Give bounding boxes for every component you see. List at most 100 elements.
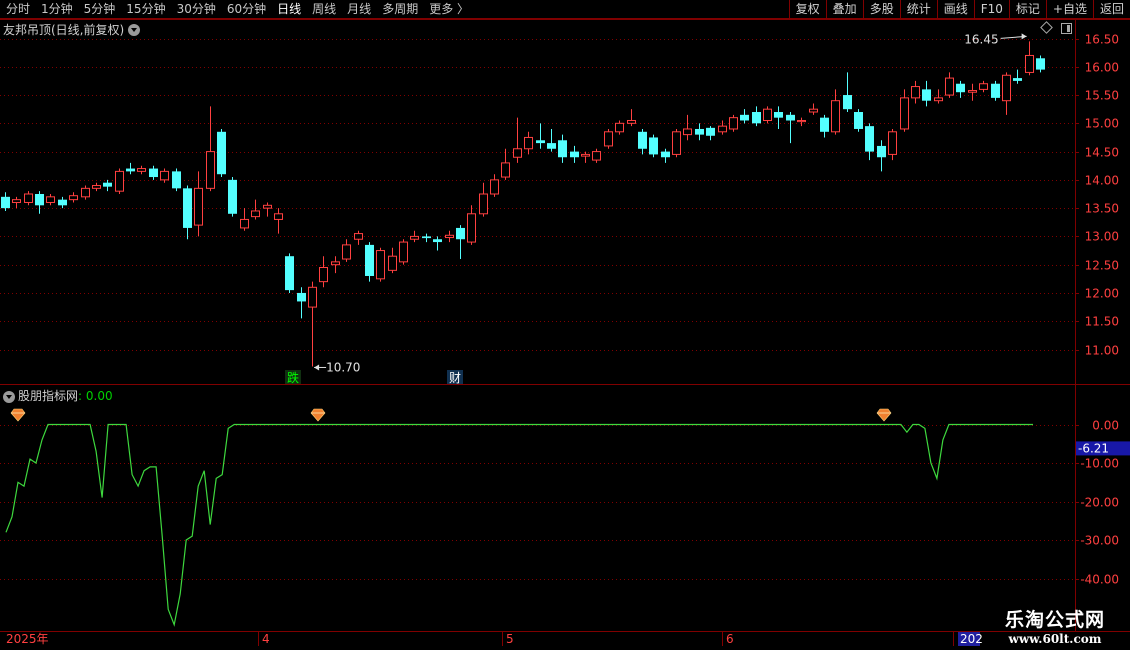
candle: [251, 199, 260, 220]
candle-body: [968, 90, 977, 93]
candle: [911, 80, 920, 104]
candle-body: [1025, 54, 1034, 73]
gem-body: [10, 408, 26, 422]
candle: [172, 168, 181, 192]
candle-body: [342, 244, 351, 260]
chevron-down-icon[interactable]: [3, 390, 15, 403]
candle-body: [228, 179, 237, 214]
arrow-head-icon: [1021, 33, 1027, 40]
event-tag[interactable]: 财: [447, 370, 463, 385]
candle-body: [365, 244, 374, 276]
candle-body: [536, 140, 545, 144]
candle: [820, 114, 829, 138]
candle-body: [479, 193, 488, 215]
candle-body: [945, 77, 954, 96]
price-tick-label: 12.50: [1085, 259, 1119, 273]
watermark: 乐淘公式网 www.60lt.com: [988, 608, 1122, 646]
candle-body: [718, 125, 727, 133]
candle-body: [900, 97, 909, 130]
candle-body: [729, 117, 738, 130]
indicator-value: : 0.00: [78, 389, 113, 403]
candle-body: [672, 131, 681, 155]
indicator-line: [5, 423, 1033, 627]
candle: [752, 106, 761, 127]
chart-title-bar: 友邦吊顶(日线,前复权): [3, 21, 141, 38]
candle: [661, 148, 670, 163]
candle: [103, 179, 112, 192]
candle-body: [126, 168, 135, 172]
candle-body: [81, 187, 90, 198]
candle: [683, 114, 692, 141]
candle: [627, 109, 636, 127]
candle-body: [12, 199, 21, 203]
candle-body: [445, 234, 454, 239]
candle: [126, 162, 135, 175]
candle-body: [581, 153, 590, 157]
candle-body: [206, 151, 215, 189]
candle: [536, 123, 545, 149]
kline-chart: 16.45 10.70 跌 财 11.00 11.50 12.00 12.50 13.00 13…: [0, 19, 1130, 631]
candle-body: [410, 235, 419, 240]
candle-body: [422, 236, 431, 239]
date-axis-label: 5: [502, 632, 514, 646]
candle: [297, 287, 306, 319]
candle-body: [1036, 58, 1045, 70]
candle-body: [376, 250, 385, 280]
candle: [501, 148, 510, 180]
candle-body: [92, 185, 101, 189]
candle: [570, 145, 579, 163]
price-tick-label: 16.50: [1085, 33, 1119, 47]
candle: [115, 168, 124, 194]
candle-body: [69, 195, 78, 201]
candle-body: [809, 108, 818, 113]
panel-layout-icon[interactable]: [1061, 23, 1072, 34]
candle: [445, 230, 454, 243]
candle: [809, 103, 818, 115]
candle: [1013, 69, 1022, 84]
candle: [467, 205, 476, 245]
candle-body: [979, 83, 988, 90]
candle-body: [524, 136, 533, 150]
candle: [547, 128, 556, 152]
candle: [149, 165, 158, 180]
candle-body: [1013, 78, 1022, 81]
event-tag[interactable]: 跌: [285, 370, 301, 385]
chart-title: 友邦吊顶(日线,前复权): [3, 23, 125, 37]
candle: [160, 168, 169, 183]
candle: [342, 239, 351, 262]
price-tick-label: 13.50: [1085, 202, 1119, 216]
price-tick-label: 15.50: [1085, 89, 1119, 103]
candle-body: [183, 188, 192, 228]
candle-body: [627, 119, 636, 124]
candle: [58, 196, 67, 209]
candle: [24, 191, 33, 206]
candle: [1036, 55, 1045, 73]
candle: [490, 174, 499, 197]
candle-body: [513, 148, 522, 158]
candle: [740, 109, 749, 124]
candle: [615, 120, 624, 135]
candle-body: [911, 86, 920, 99]
candle: [786, 112, 795, 144]
candle-body: [865, 126, 874, 152]
candle-body: [46, 196, 55, 203]
candle-series: [1, 41, 1045, 367]
candle: [649, 134, 658, 158]
candle-body: [661, 151, 670, 158]
candle-body: [297, 292, 306, 302]
date-axis-label: 6: [722, 632, 734, 646]
candle: [263, 202, 272, 217]
candle-body: [558, 140, 567, 158]
chevron-down-icon[interactable]: [128, 23, 141, 36]
candle-body: [615, 122, 624, 133]
candle: [797, 117, 806, 127]
price-tick-label: 11.00: [1085, 344, 1119, 358]
diamond-gem-icon: [876, 408, 892, 422]
candle: [922, 80, 931, 107]
candle: [592, 148, 601, 163]
candle: [240, 208, 249, 231]
candle: [945, 72, 954, 98]
candle: [865, 123, 874, 161]
date-axis: 2025年4567202: [0, 631, 1130, 650]
price-tick-label: 14.00: [1085, 174, 1119, 188]
